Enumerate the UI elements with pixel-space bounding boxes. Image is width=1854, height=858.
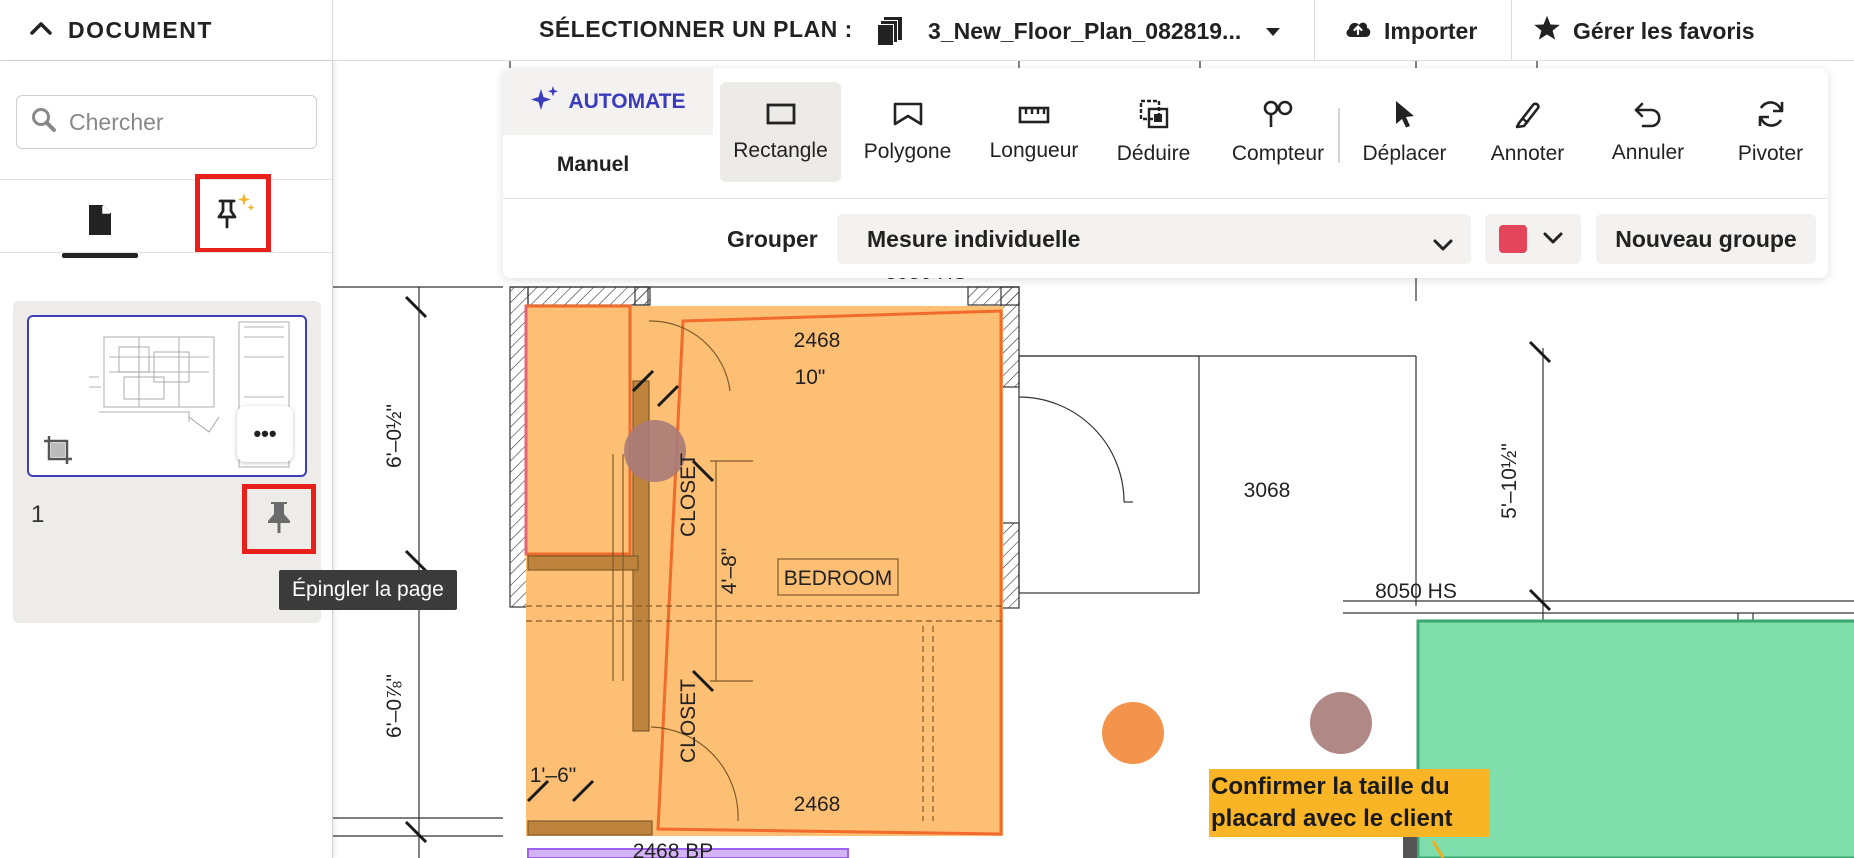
document-sidebar: ••• 1: [0, 61, 333, 858]
door-label: 2468: [794, 793, 841, 816]
tool-polygon[interactable]: Polygone: [855, 82, 960, 182]
plan-select-dropdown[interactable]: 3_New_Floor_Plan_082819...: [876, 8, 1286, 54]
undo-icon: [1633, 100, 1663, 133]
new-group-button[interactable]: Nouveau groupe: [1596, 214, 1816, 264]
rectangle-icon: [766, 102, 796, 131]
tool-deduct[interactable]: Déduire: [1106, 82, 1201, 182]
dim-label: 6'–0⅞": [383, 674, 406, 738]
counter-icon: [1262, 99, 1294, 134]
deduct-icon: [1139, 99, 1169, 134]
measurement-toolbar: AUTOMATE Manuel Rectangle Polygone Longu…: [503, 68, 1828, 278]
top-bar: DOCUMENT SÉLECTIONNER UN PLAN : 3_New_Fl…: [0, 0, 1854, 61]
closet-label: CLOSET: [677, 453, 700, 537]
color-swatch: [1499, 225, 1527, 253]
page-number: 1: [31, 501, 45, 528]
chevron-up-icon: [30, 21, 52, 40]
tool-move[interactable]: Déplacer: [1352, 82, 1457, 182]
active-tab-indicator: [62, 253, 138, 258]
closet-label: CLOSET: [677, 679, 700, 763]
dim-label: 5'–10½": [1498, 443, 1521, 519]
mode-manual-button[interactable]: Manuel: [503, 135, 683, 195]
tool-label: Compteur: [1231, 141, 1325, 165]
caret-down-icon: [1266, 24, 1280, 42]
divider: [503, 198, 1828, 199]
document-panel-toggle[interactable]: DOCUMENT: [0, 0, 333, 61]
pin-page-button[interactable]: [242, 484, 316, 554]
favorites-label: Gérer les favoris: [1573, 17, 1755, 44]
tab-pages[interactable]: [62, 186, 138, 258]
import-label: Importer: [1384, 17, 1478, 44]
manage-favorites-button[interactable]: Gérer les favoris: [1533, 8, 1755, 54]
door-label: 3068: [1244, 479, 1291, 502]
sparkle-icon: [530, 85, 560, 119]
tool-label: Annuler: [1611, 140, 1685, 164]
toolbar-separator: [1338, 108, 1340, 163]
pin-sparkle-icon: [210, 191, 256, 236]
tool-counter[interactable]: Compteur: [1223, 82, 1333, 182]
star-icon: [1533, 14, 1561, 48]
chevron-down-icon: [1543, 231, 1563, 250]
plan-select-label: SÉLECTIONNER UN PLAN :: [539, 16, 853, 42]
door-label: 2468: [794, 329, 841, 352]
tool-label: Longueur: [989, 138, 1079, 162]
crop-icon: [43, 435, 73, 470]
tool-label: Pivoter: [1737, 141, 1804, 165]
counter-marker[interactable]: [1102, 702, 1164, 764]
tool-length[interactable]: Longueur: [978, 82, 1090, 182]
group-select-dropdown[interactable]: Mesure individuelle: [837, 214, 1471, 264]
copies-icon: [876, 16, 904, 51]
cursor-icon: [1392, 99, 1418, 134]
tool-rectangle[interactable]: Rectangle: [720, 82, 841, 182]
search-icon: [31, 107, 57, 138]
cloud-upload-icon: [1344, 17, 1372, 45]
search-input[interactable]: [67, 107, 291, 137]
search-box[interactable]: [16, 95, 317, 149]
room-label: BEDROOM: [784, 567, 893, 590]
document-icon: [87, 204, 113, 241]
tab-pinned-pages[interactable]: [195, 174, 271, 253]
plan-name: 3_New_Floor_Plan_082819...: [928, 17, 1242, 44]
document-label: DOCUMENT: [68, 17, 213, 43]
mode-automate-button[interactable]: AUTOMATE: [503, 68, 713, 135]
dim-label: 8050 HS: [1375, 580, 1457, 603]
measured-area-closet[interactable]: [524, 304, 632, 556]
dim-label: 6'–0½": [383, 404, 406, 468]
color-picker-dropdown[interactable]: [1485, 214, 1581, 264]
tool-label: Rectangle: [733, 138, 828, 162]
counter-marker[interactable]: [1310, 692, 1372, 754]
automate-label: AUTOMATE: [568, 89, 686, 113]
divider: [0, 252, 333, 253]
import-button[interactable]: Importer: [1344, 8, 1477, 54]
tool-label: Annoter: [1490, 141, 1565, 165]
annotate-icon: [1513, 99, 1543, 134]
dim-label: 10": [795, 366, 826, 389]
divider: [1314, 0, 1315, 61]
group-label: Grouper: [727, 226, 818, 252]
page-more-button[interactable]: •••: [237, 406, 293, 462]
chevron-down-icon: [1433, 231, 1453, 258]
dim-label: 2468 BP: [633, 840, 714, 858]
divider: [1511, 0, 1512, 61]
polygon-icon: [892, 101, 924, 132]
tooltip: Épingler la page: [279, 570, 457, 610]
tool-rotate[interactable]: Pivoter: [1723, 82, 1818, 182]
annotation-note[interactable]: Confirmer la taille du placard avec le c…: [1209, 769, 1490, 837]
group-value: Mesure individuelle: [867, 225, 1081, 252]
dim-label: 1'–6": [530, 764, 577, 787]
divider: [0, 179, 333, 180]
dim-label: 4'–8": [718, 548, 741, 595]
page-card[interactable]: ••• 1: [13, 301, 321, 623]
tool-label: Polygone: [863, 139, 952, 163]
tool-annotate[interactable]: Annoter: [1475, 82, 1580, 182]
tool-label: Déplacer: [1362, 141, 1447, 165]
ruler-icon: [1018, 102, 1050, 131]
tool-undo[interactable]: Annuler: [1598, 82, 1698, 182]
pin-icon: [265, 500, 293, 539]
tool-label: Déduire: [1116, 141, 1191, 165]
rotate-icon: [1756, 99, 1786, 134]
